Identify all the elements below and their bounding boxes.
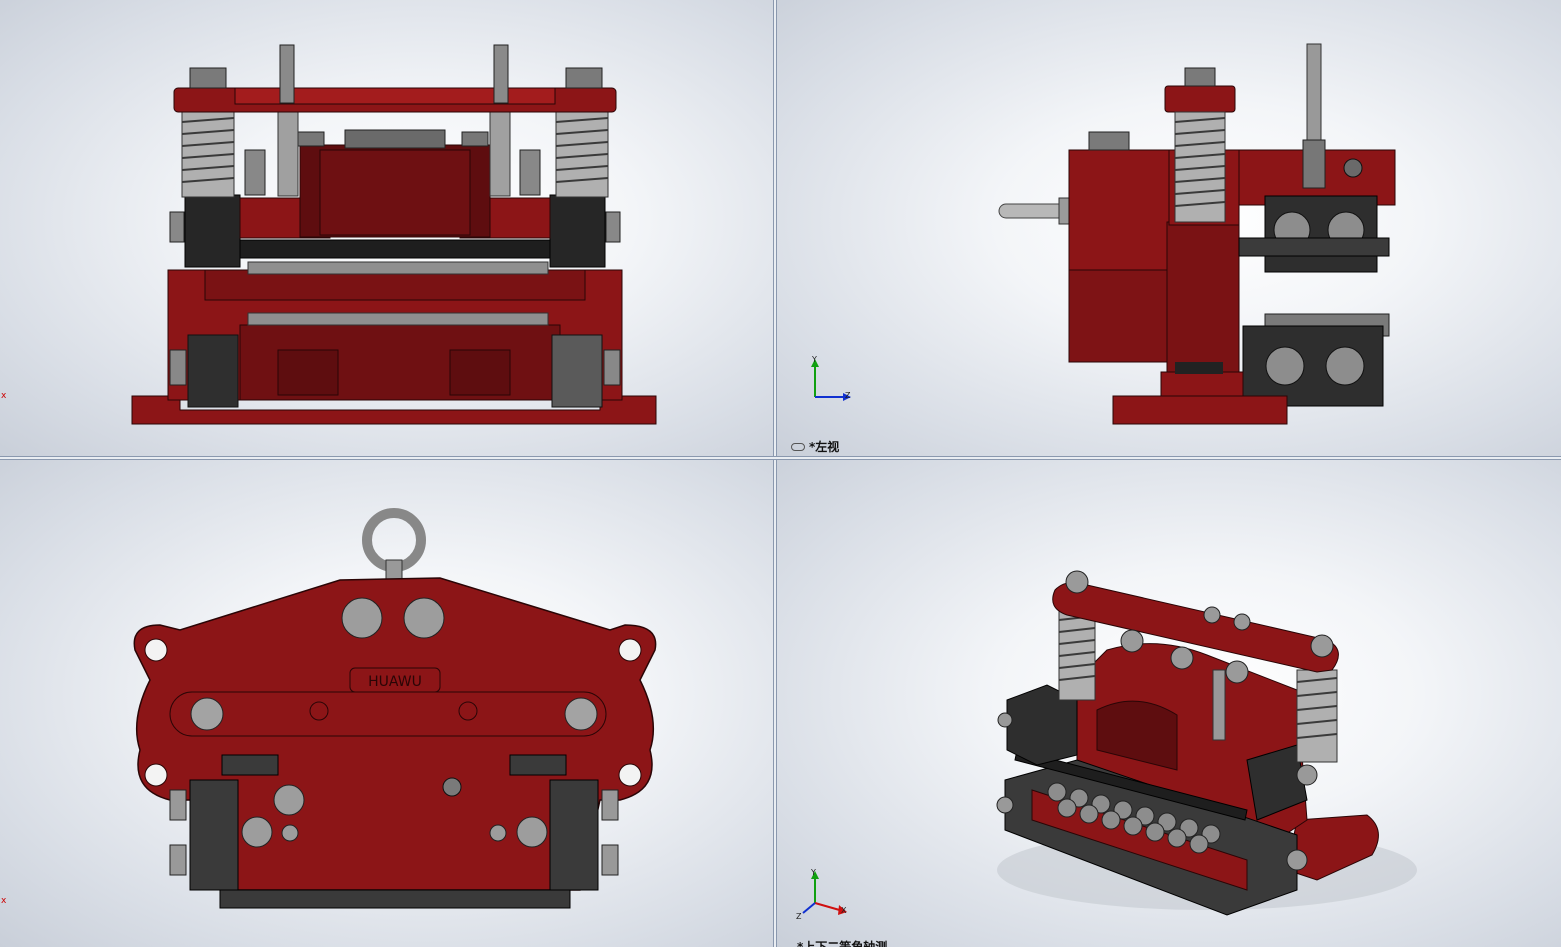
axis-x-mark: x bbox=[1, 896, 7, 906]
viewport-left[interactable]: Y Z *左视 bbox=[777, 0, 1561, 456]
axis-x-mark: x bbox=[1, 391, 7, 401]
top-view-model[interactable]: HUAWU bbox=[0, 460, 773, 947]
brand-text: HUAWU bbox=[368, 674, 422, 690]
axis-z-label: Z bbox=[796, 912, 802, 921]
isometric-view-model[interactable] bbox=[777, 460, 1561, 947]
view-orientation-label[interactable]: *上下二等角轴测 bbox=[797, 938, 887, 947]
axis-x-label: X bbox=[841, 906, 847, 915]
viewport-splitter-horizontal[interactable] bbox=[0, 456, 1561, 460]
view-name: *上下二等角轴测 bbox=[797, 940, 888, 947]
axis-z-label: Z bbox=[845, 391, 851, 400]
view-orientation-label[interactable]: *左视 bbox=[791, 438, 839, 455]
viewport-isometric[interactable]: Y X Z *上下二等角轴测 bbox=[777, 460, 1561, 947]
axis-y-label: Y bbox=[811, 868, 816, 877]
axis-triad bbox=[802, 871, 847, 915]
viewport-top[interactable]: HUAWU x bbox=[0, 460, 773, 947]
viewport-front[interactable]: x bbox=[0, 0, 773, 456]
viewport-grid: x Y Z *左视 HUAWU x Y X Z *上下二等角轴测 bbox=[0, 0, 1561, 947]
left-view-model[interactable] bbox=[777, 0, 1561, 456]
axis-y-label: Y bbox=[812, 355, 817, 364]
view-name: *左视 bbox=[809, 440, 840, 454]
front-view-model[interactable] bbox=[0, 0, 773, 456]
link-icon bbox=[791, 442, 805, 451]
viewport-splitter-vertical[interactable] bbox=[773, 0, 777, 947]
